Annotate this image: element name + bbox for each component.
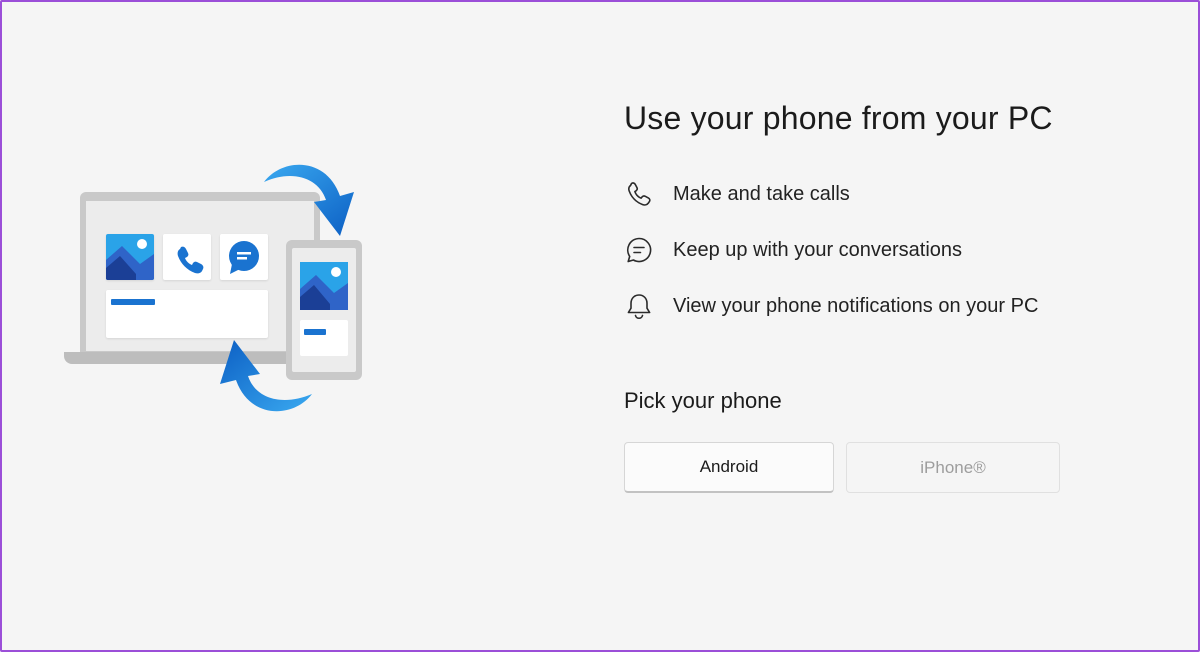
phone-call-icon xyxy=(624,179,654,209)
page-title: Use your phone from your PC xyxy=(624,100,1053,136)
phone-link-illustration xyxy=(60,152,370,417)
feature-label: Make and take calls xyxy=(673,182,850,205)
app-window: Use your phone from your PC Make and tak… xyxy=(0,0,1200,652)
feature-list: Make and take calls Keep up with your co… xyxy=(624,166,1144,334)
sync-arrow-down-icon xyxy=(264,164,354,236)
bell-icon xyxy=(624,291,654,321)
android-button[interactable]: Android xyxy=(624,442,834,493)
content-card xyxy=(106,290,268,338)
feature-item-conversations: Keep up with your conversations xyxy=(624,222,1144,278)
feature-label: View your phone notifications on your PC xyxy=(673,294,1039,317)
phone-choice-buttons: Android iPhone® xyxy=(624,442,1144,493)
sync-arrow-up-icon xyxy=(220,340,312,412)
photos-tile-icon xyxy=(106,234,154,280)
feature-label: Keep up with your conversations xyxy=(673,238,963,261)
chat-bubble-icon xyxy=(624,235,654,265)
phone-tile-icon xyxy=(163,234,211,280)
feature-item-notifications: View your phone notifications on your PC xyxy=(624,278,1144,334)
intro-panel: Use your phone from your PC Make and tak… xyxy=(624,96,1144,493)
feature-item-calls: Make and take calls xyxy=(624,166,1144,222)
iphone-button[interactable]: iPhone® xyxy=(846,442,1060,493)
phone-photo-icon xyxy=(300,262,348,310)
pick-phone-heading: Pick your phone xyxy=(624,388,782,413)
